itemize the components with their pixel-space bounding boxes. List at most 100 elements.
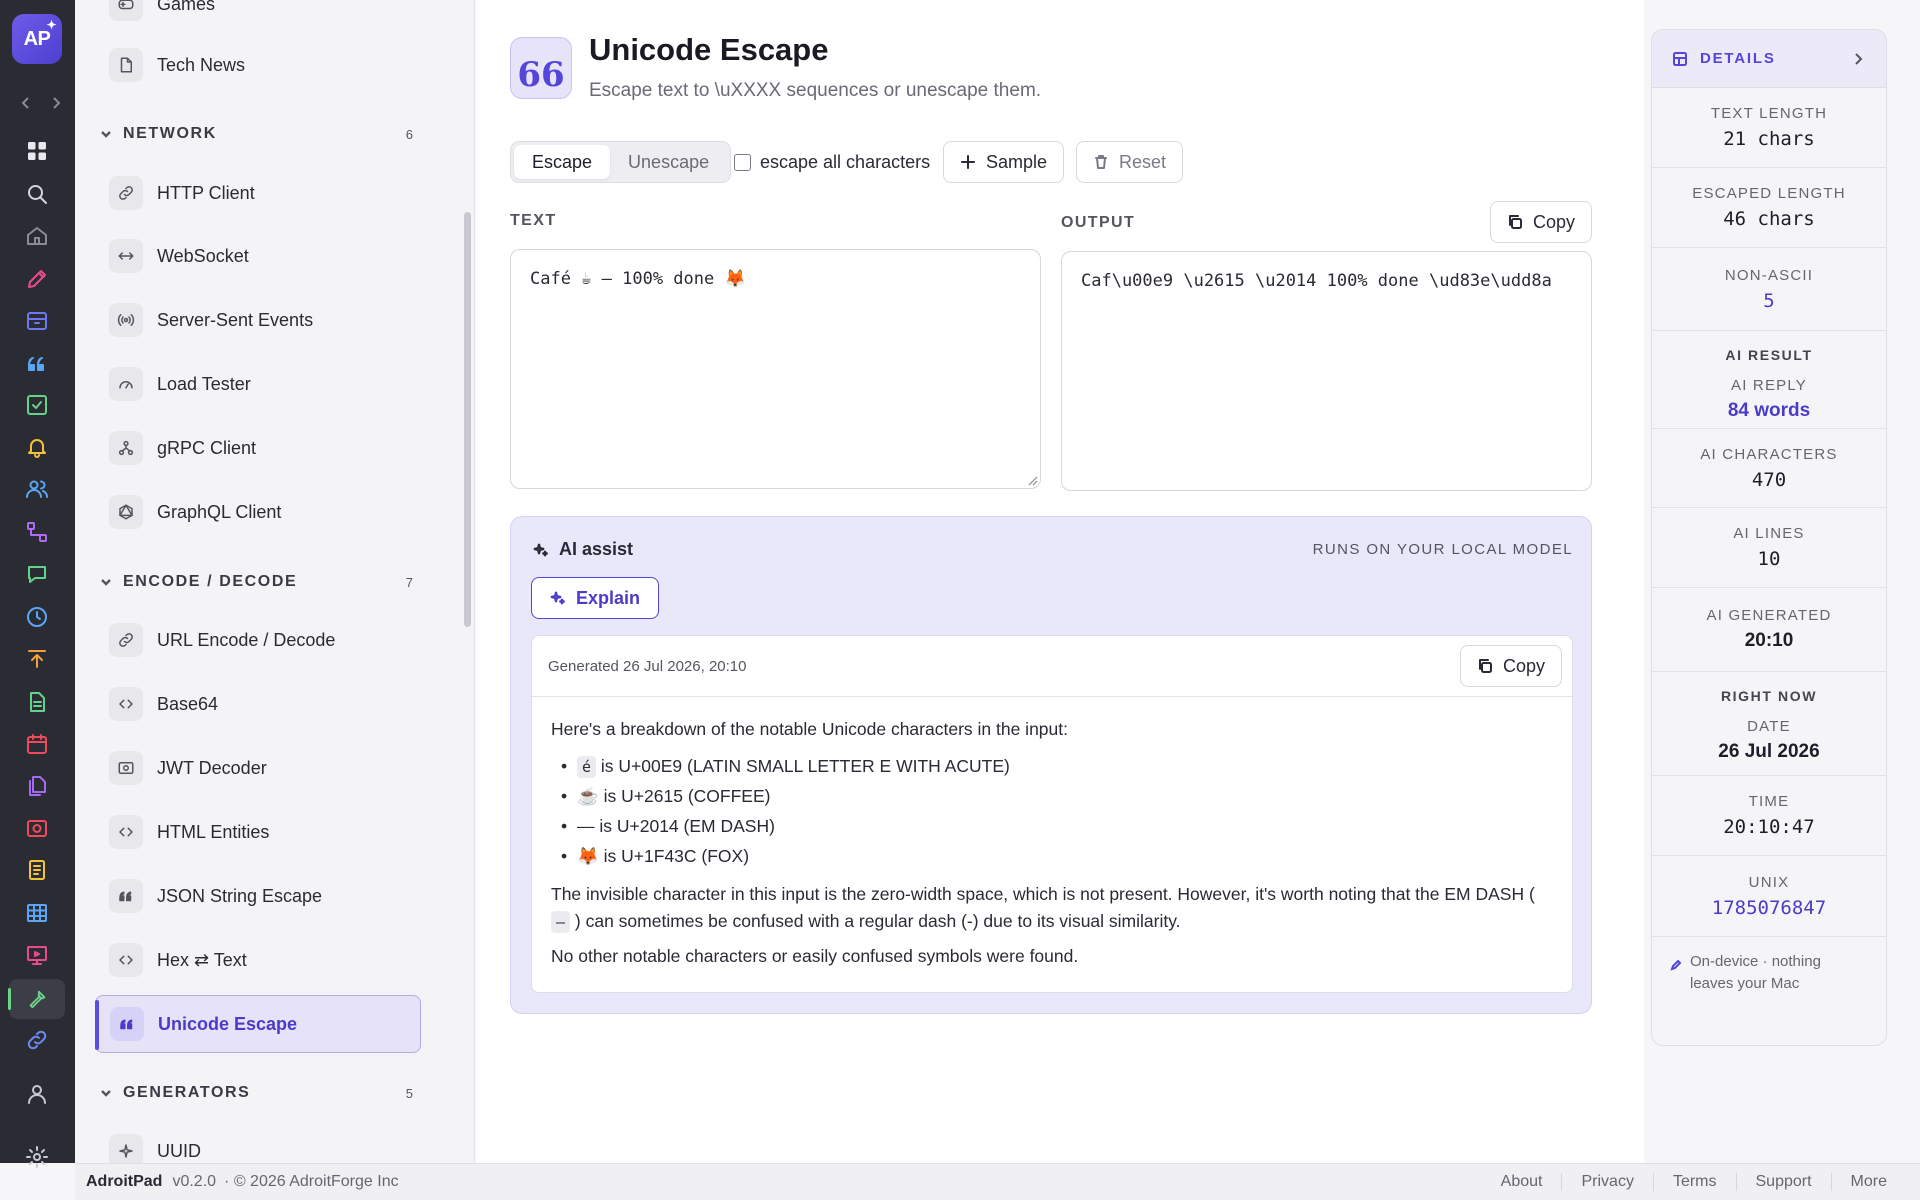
rail-copy-file-icon[interactable] bbox=[25, 774, 49, 798]
reset-button[interactable]: Reset bbox=[1076, 141, 1184, 183]
detail-row: UNIX 1785076847 bbox=[1652, 856, 1886, 937]
sidebar-item-tech-news[interactable]: Tech News bbox=[95, 36, 421, 94]
explain-button[interactable]: Explain bbox=[531, 577, 660, 619]
rail-flow-icon[interactable] bbox=[25, 520, 49, 544]
forward-arrow-icon[interactable] bbox=[48, 95, 64, 111]
sidebar-item-html-entities[interactable]: HTML Entities bbox=[95, 803, 421, 861]
resize-grip-icon[interactable] bbox=[1028, 476, 1038, 486]
footer-link-privacy[interactable]: Privacy bbox=[1561, 1173, 1652, 1191]
sidebar-item-url-encode-decode[interactable]: URL Encode / Decode bbox=[95, 611, 421, 669]
back-arrow-icon[interactable] bbox=[18, 95, 34, 111]
section-header-encode-decode[interactable]: ENCODE / DECODE 7 bbox=[95, 567, 421, 597]
output-field[interactable]: Caf\u00e9 \u2615 \u2014 100% done \ud83e… bbox=[1061, 251, 1592, 491]
rail-home-icon[interactable] bbox=[25, 224, 49, 248]
escape-all-checkbox[interactable]: escape all characters bbox=[734, 152, 930, 173]
code-icon bbox=[109, 943, 143, 977]
rail-pen-icon[interactable] bbox=[25, 267, 49, 291]
ai-runs-on: RUNS ON YOUR LOCAL MODEL bbox=[1312, 541, 1573, 558]
tab-unescape[interactable]: Unescape bbox=[610, 145, 727, 179]
ai-intro: Here's a breakdown of the notable Unicod… bbox=[551, 719, 1068, 739]
rail-camera-icon[interactable] bbox=[25, 816, 49, 840]
checkbox-box[interactable] bbox=[734, 154, 751, 171]
rail-link-icon[interactable] bbox=[25, 1028, 49, 1052]
rail-quote-icon[interactable] bbox=[25, 351, 49, 375]
section-header-network[interactable]: NETWORK 6 bbox=[95, 119, 421, 149]
rail-file-icon[interactable] bbox=[25, 690, 49, 714]
sidebar-item-uuid[interactable]: UUID bbox=[95, 1122, 421, 1163]
sidebar-item-load-tester[interactable]: Load Tester bbox=[95, 355, 421, 413]
rail-search-icon[interactable] bbox=[25, 182, 49, 206]
section-count: 6 bbox=[405, 126, 413, 142]
rail-tools-icon[interactable] bbox=[8, 979, 65, 1019]
sidebar-item-base64[interactable]: Base64 bbox=[95, 675, 421, 733]
rail-settings-icon[interactable] bbox=[25, 1145, 49, 1169]
rail-dashboard-icon[interactable] bbox=[25, 139, 49, 163]
ai-response-text: Here's a breakdown of the notable Unicod… bbox=[551, 716, 1551, 978]
rail-presentation-icon[interactable] bbox=[25, 943, 49, 967]
quote-icon bbox=[109, 879, 143, 913]
rail-checklist-icon[interactable] bbox=[25, 393, 49, 417]
copy-icon bbox=[1509, 215, 1522, 229]
sidebar-item-games[interactable]: Games bbox=[95, 0, 421, 33]
sidebar-item-unicode-escape[interactable]: Unicode Escape bbox=[95, 995, 421, 1053]
sidebar-item-jwt-decoder[interactable]: JWT Decoder bbox=[95, 739, 421, 797]
copy-icon bbox=[1478, 659, 1492, 673]
sparkle-icon bbox=[109, 1134, 143, 1163]
detail-row: TEXT LENGTH 21 chars bbox=[1652, 88, 1886, 168]
mode-toggle: Escape Unescape bbox=[510, 141, 732, 183]
sidebar-item-hex-text[interactable]: Hex ⇄ Text bbox=[95, 931, 421, 989]
graphql-icon bbox=[109, 495, 143, 529]
section-title: AI RESULT bbox=[1725, 347, 1813, 363]
sample-label: Sample bbox=[986, 151, 1048, 172]
link-icon bbox=[109, 176, 143, 210]
rail-notebook-icon[interactable] bbox=[25, 858, 49, 882]
rail-table-icon[interactable] bbox=[25, 901, 49, 925]
copyright: · © 2026 AdroitForge Inc bbox=[224, 1173, 399, 1190]
list-item: é is U+00E9 (LATIN SMALL LETTER E WITH A… bbox=[551, 751, 1551, 781]
detail-row: AI LINES 10 bbox=[1652, 508, 1886, 588]
sample-button[interactable]: Sample bbox=[943, 141, 1065, 183]
sidebar-item-label: WebSocket bbox=[157, 245, 249, 266]
ai-paragraph: No other notable characters or easily co… bbox=[551, 946, 1079, 966]
details-title: DETAILS bbox=[1700, 50, 1776, 67]
detail-row: AI CHARACTERS 470 bbox=[1652, 429, 1886, 508]
chevron-right-icon[interactable] bbox=[1850, 51, 1866, 67]
sidebar-item-label: Hex ⇄ Text bbox=[157, 949, 247, 970]
sidebar-item-websocket[interactable]: WebSocket bbox=[95, 227, 421, 285]
copy-output-button[interactable]: Copy bbox=[1490, 201, 1593, 243]
plus-icon bbox=[961, 155, 975, 169]
section-header-generators[interactable]: GENERATORS 5 bbox=[95, 1078, 421, 1108]
rail-users-icon[interactable] bbox=[25, 477, 49, 501]
ai-bullet-list: é is U+00E9 (LATIN SMALL LETTER E WITH A… bbox=[551, 751, 1551, 871]
rail-archive-icon[interactable] bbox=[25, 309, 49, 333]
rail-account-icon[interactable] bbox=[25, 1082, 49, 1106]
tab-escape[interactable]: Escape bbox=[514, 145, 611, 179]
copy-ai-button[interactable]: Copy bbox=[1459, 645, 1562, 687]
app-name: AdroitPad bbox=[86, 1173, 163, 1190]
app-logo[interactable]: AP ✦ bbox=[12, 14, 62, 64]
sparkle-icon bbox=[533, 543, 548, 556]
output-label: OUTPUT bbox=[1061, 214, 1136, 231]
sidebar-item-label: Unicode Escape bbox=[158, 1013, 298, 1034]
details-header[interactable]: DETAILS bbox=[1652, 30, 1886, 88]
sidebar-item-label: HTTP Client bbox=[157, 182, 255, 203]
sidebar-scrollbar[interactable] bbox=[464, 212, 471, 627]
detail-row: AI REPLY 84 words bbox=[1652, 363, 1886, 429]
rail-upload-icon[interactable] bbox=[25, 647, 49, 671]
footer-link-support[interactable]: Support bbox=[1735, 1173, 1831, 1191]
app-rail: AP ✦ bbox=[0, 0, 75, 1168]
sidebar-item-grpc-client[interactable]: gRPC Client bbox=[95, 419, 421, 477]
sidebar-item-server-sent-events[interactable]: Server-Sent Events bbox=[95, 291, 421, 349]
text-input[interactable]: Café ☕ — 100% done 🦊 bbox=[510, 249, 1041, 489]
section-count: 5 bbox=[405, 1085, 413, 1101]
rail-chat-icon[interactable] bbox=[25, 562, 49, 586]
footer-link-terms[interactable]: Terms bbox=[1652, 1173, 1736, 1191]
rail-clock-icon[interactable] bbox=[25, 605, 49, 629]
footer-link-about[interactable]: About bbox=[1482, 1173, 1562, 1191]
sidebar-item-http-client[interactable]: HTTP Client bbox=[95, 164, 421, 222]
rail-calendar-icon[interactable] bbox=[25, 732, 49, 756]
sidebar-item-graphql-client[interactable]: GraphQL Client bbox=[95, 483, 421, 541]
sidebar-item-json-string-escape[interactable]: JSON String Escape bbox=[95, 867, 421, 925]
rail-bell-icon[interactable] bbox=[25, 435, 49, 459]
footer-link-more[interactable]: More bbox=[1830, 1173, 1906, 1191]
